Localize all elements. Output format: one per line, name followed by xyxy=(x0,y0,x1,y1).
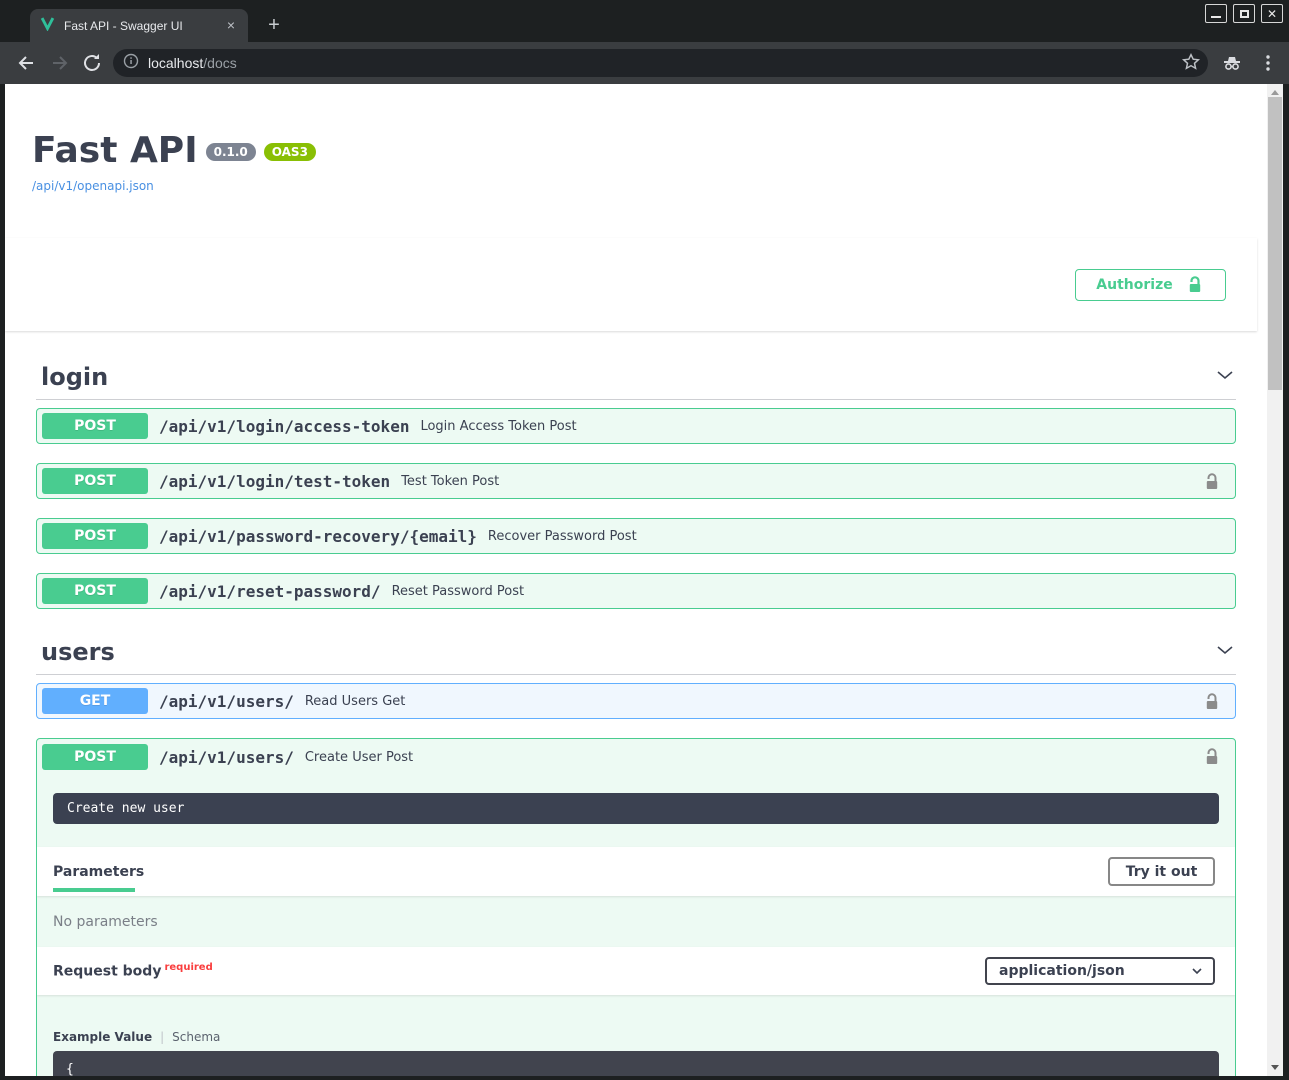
content-type-value: application/json xyxy=(999,963,1125,979)
chevron-down-icon[interactable] xyxy=(1214,639,1236,665)
auth-lock-icon[interactable] xyxy=(1202,472,1222,496)
section-login-header[interactable]: login xyxy=(36,355,1236,400)
minimize-button[interactable] xyxy=(1205,4,1227,23)
method-badge: POST xyxy=(42,744,148,770)
request-body-header: Request bodyrequired application/json xyxy=(37,947,1235,995)
tab-separator: | xyxy=(160,1030,164,1044)
scrollbar-up-arrow[interactable] xyxy=(1271,90,1279,95)
operation-summary: Test Token Post xyxy=(401,474,499,489)
operation-description: Create new user xyxy=(53,793,1219,824)
method-badge: POST xyxy=(42,523,148,549)
window-titlebar: Fast API - Swagger UI × + ✕ xyxy=(0,0,1289,42)
browser-menu-icon[interactable] xyxy=(1256,51,1280,75)
scheme-container: Authorize xyxy=(5,238,1257,331)
tab-example-value[interactable]: Example Value xyxy=(53,1030,152,1044)
site-info-icon[interactable] xyxy=(123,53,139,73)
page-title: Fast API xyxy=(32,130,198,171)
operation-summary: Recover Password Post xyxy=(488,529,637,544)
fastapi-favicon-icon xyxy=(40,16,55,35)
required-label: required xyxy=(164,962,212,973)
authorize-label: Authorize xyxy=(1096,277,1172,293)
operation-summary: Read Users Get xyxy=(305,694,406,709)
try-it-out-button[interactable]: Try it out xyxy=(1108,857,1215,886)
url-bar[interactable]: localhost/docs xyxy=(113,49,1208,77)
scrollbar-thumb[interactable] xyxy=(1268,97,1282,390)
url-host: localhost xyxy=(148,55,203,71)
unlocked-padlock-icon xyxy=(1185,275,1205,295)
openapi-spec-link[interactable]: /api/v1/openapi.json xyxy=(32,179,1267,193)
example-code-block: { xyxy=(53,1051,1219,1076)
chevron-down-icon xyxy=(1191,965,1203,977)
operation-row[interactable]: POST /api/v1/login/access-token Login Ac… xyxy=(36,408,1236,444)
request-body-label: Request bodyrequired xyxy=(53,962,213,980)
section-name: users xyxy=(41,638,115,666)
operation-path: /api/v1/login/test-token xyxy=(159,472,390,491)
auth-lock-icon[interactable] xyxy=(1202,692,1222,716)
url-path: /docs xyxy=(203,55,236,71)
operation-path: /api/v1/users/ xyxy=(159,748,294,767)
oas-badge: OAS3 xyxy=(264,143,316,161)
model-example-tabs: Example Value | Schema xyxy=(53,1030,1235,1044)
authorize-button[interactable]: Authorize xyxy=(1075,269,1226,301)
chevron-down-icon[interactable] xyxy=(1214,364,1236,390)
swagger-page: Fast API 0.1.0 OAS3 /api/v1/openapi.json A… xyxy=(5,84,1267,1076)
back-icon[interactable] xyxy=(14,51,38,75)
operation-path: /api/v1/login/access-token xyxy=(159,417,409,436)
section-login: login POST /api/v1/login/access-token Lo… xyxy=(36,355,1236,609)
operation-summary: Reset Password Post xyxy=(392,584,525,599)
operation-row[interactable]: POST /api/v1/users/ Create User Post xyxy=(37,739,1235,775)
tab-schema[interactable]: Schema xyxy=(172,1030,220,1044)
parameters-header: Parameters Try it out xyxy=(37,847,1235,896)
browser-toolbar: localhost/docs xyxy=(0,42,1289,84)
no-parameters-text: No parameters xyxy=(37,896,1235,947)
operation-row[interactable]: POST /api/v1/reset-password/ Reset Passw… xyxy=(36,573,1236,609)
tab-parameters: Parameters xyxy=(53,847,144,896)
section-name: login xyxy=(41,363,108,391)
section-users: users GET /api/v1/users/ Read Users Get … xyxy=(36,630,1236,1076)
maximize-button[interactable] xyxy=(1233,4,1255,23)
forward-icon[interactable] xyxy=(48,51,72,75)
scrollbar-down-arrow[interactable] xyxy=(1271,1065,1279,1070)
section-users-header[interactable]: users xyxy=(36,630,1236,675)
method-badge: POST xyxy=(42,413,148,439)
method-badge: GET xyxy=(42,688,148,714)
operation-row[interactable]: GET /api/v1/users/ Read Users Get xyxy=(36,683,1236,719)
operation-summary: Login Access Token Post xyxy=(420,419,576,434)
method-badge: POST xyxy=(42,578,148,604)
incognito-icon xyxy=(1220,51,1244,75)
operation-path: /api/v1/password-recovery/{email} xyxy=(159,527,477,546)
tab-title: Fast API - Swagger UI xyxy=(64,19,222,33)
tab-close-icon[interactable]: × xyxy=(222,17,240,35)
api-info: Fast API 0.1.0 OAS3 xyxy=(32,130,1267,171)
auth-lock-icon[interactable] xyxy=(1202,747,1222,771)
expanded-operation: POST /api/v1/users/ Create User Post Cre… xyxy=(36,738,1236,1076)
content-type-select[interactable]: application/json xyxy=(985,957,1215,985)
page-scrollbar[interactable] xyxy=(1267,84,1283,1076)
close-button[interactable]: ✕ xyxy=(1261,4,1283,23)
window-controls: ✕ xyxy=(1205,4,1283,23)
reload-icon[interactable] xyxy=(80,51,104,75)
operation-row[interactable]: POST /api/v1/login/test-token Test Token… xyxy=(36,463,1236,499)
operation-row[interactable]: POST /api/v1/password-recovery/{email} R… xyxy=(36,518,1236,554)
method-badge: POST xyxy=(42,468,148,494)
operation-summary: Create User Post xyxy=(305,750,413,765)
version-badge: 0.1.0 xyxy=(206,143,256,161)
bookmark-star-icon[interactable] xyxy=(1180,51,1204,75)
browser-tab[interactable]: Fast API - Swagger UI × xyxy=(30,9,248,42)
operation-path: /api/v1/reset-password/ xyxy=(159,582,381,601)
new-tab-button[interactable]: + xyxy=(262,14,286,38)
operation-path: /api/v1/users/ xyxy=(159,692,294,711)
